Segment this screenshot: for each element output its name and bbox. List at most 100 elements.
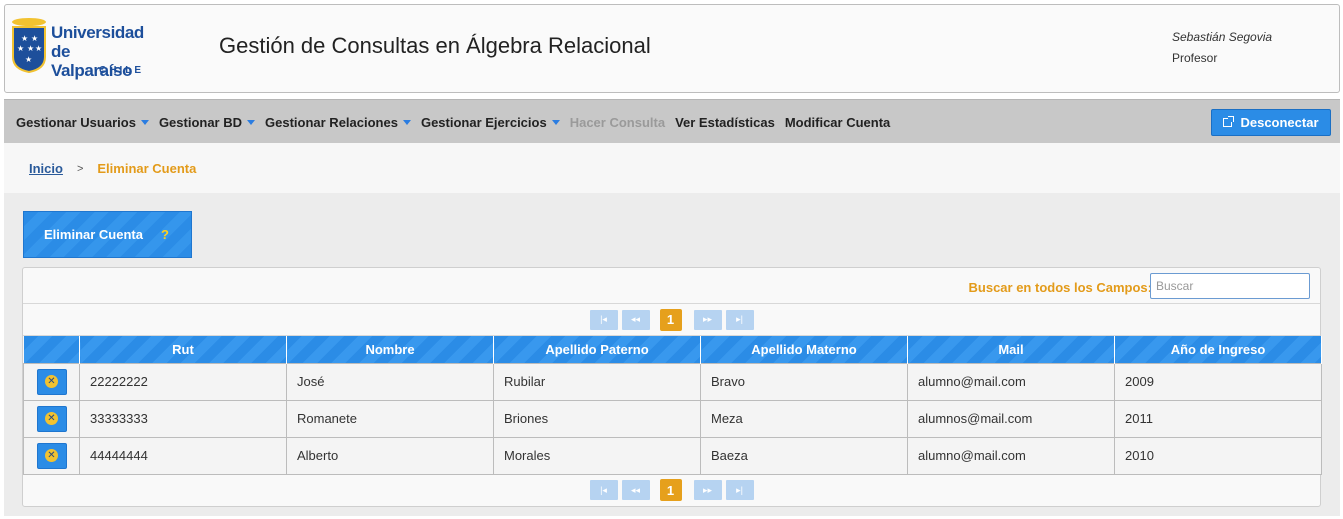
main-content: Eliminar Cuenta ? Buscar en todos los Ca… xyxy=(4,193,1340,516)
cell-rut: 44444444 xyxy=(79,436,287,475)
search-input[interactable] xyxy=(1150,273,1310,299)
nav-item-label: Modificar Cuenta xyxy=(784,114,891,130)
current-page-button[interactable]: 1 xyxy=(659,308,682,331)
cell-apellido-materno: Meza xyxy=(700,399,908,438)
table-header-row: Rut Nombre Apellido Paterno Apellido Mat… xyxy=(23,336,1322,363)
nav-item-label: Gestionar Usuarios xyxy=(16,114,136,130)
svg-text:★: ★ xyxy=(35,44,42,53)
next-page-button[interactable]: ▸▸ xyxy=(693,480,722,500)
app-header: ★ ★ ★ ★ ★ ★ Universidad de Valparaíso CH… xyxy=(4,4,1340,93)
nav-hacer-consulta: Hacer Consulta xyxy=(570,115,665,130)
cell-mail: alumno@mail.com xyxy=(907,362,1115,401)
row-action-cell: ✕ xyxy=(23,436,80,475)
page-title: Gestión de Consultas en Álgebra Relacion… xyxy=(219,33,651,58)
column-header-apellido-materno[interactable]: Apellido Materno xyxy=(700,336,908,363)
cell-rut: 33333333 xyxy=(79,399,287,438)
caret-down-icon xyxy=(247,119,256,125)
cell-apellido-paterno: Briones xyxy=(493,399,701,438)
nav-item-label: Gestionar Ejercicios xyxy=(420,114,547,130)
logo-line-3: CHILE xyxy=(99,65,144,76)
delete-account-button[interactable]: ✕ xyxy=(36,368,67,395)
nav-item-label: Gestionar Relaciones xyxy=(265,114,398,130)
user-name: Sebastián Segovia xyxy=(1172,30,1273,44)
nav-item-label: Hacer Consulta xyxy=(569,114,666,130)
next-page-button[interactable]: ▸▸ xyxy=(693,309,722,330)
caret-down-icon xyxy=(551,119,560,125)
svg-text:★: ★ xyxy=(25,55,32,64)
logo-line-1: Universidad xyxy=(51,23,144,42)
cell-nombre: Alberto xyxy=(286,436,494,475)
nav-gestionar-bd[interactable]: Gestionar BD xyxy=(158,114,256,130)
cell-apellido-materno: Bravo xyxy=(700,362,908,401)
breadcrumb-current: Eliminar Cuenta xyxy=(97,161,197,176)
user-info: Sebastián Segovia Profesor xyxy=(1172,27,1272,69)
breadcrumb-separator: > xyxy=(76,162,84,175)
prev-page-button[interactable]: ◂◂ xyxy=(621,309,650,330)
column-header-mail[interactable]: Mail xyxy=(907,336,1115,363)
search-row: Buscar en todos los Campos: xyxy=(23,268,1320,304)
university-logo: ★ ★ ★ ★ ★ ★ Universidad de Valparaíso CH… xyxy=(11,11,151,83)
current-page-button[interactable]: 1 xyxy=(659,479,682,501)
first-page-button[interactable]: |◂ xyxy=(589,309,618,330)
shield-logo-icon: ★ ★ ★ ★ ★ ★ xyxy=(12,18,46,73)
user-role: Profesor xyxy=(1172,51,1218,65)
nav-ver-estadisticas[interactable]: Ver Estadísticas xyxy=(675,115,775,130)
nav-modificar-cuenta[interactable]: Modificar Cuenta xyxy=(785,115,890,130)
section-title-button[interactable]: Eliminar Cuenta ? xyxy=(23,211,192,258)
table-row: ✕ 33333333 Romanete Briones Meza alumnos… xyxy=(23,399,1322,438)
column-header-rut[interactable]: Rut xyxy=(79,336,287,363)
cell-ano-ingreso: 2011 xyxy=(1114,399,1322,438)
cell-apellido-paterno: Morales xyxy=(493,436,701,475)
column-header-nombre[interactable]: Nombre xyxy=(286,336,494,363)
cell-mail: alumno@mail.com xyxy=(907,436,1115,475)
section-title: Eliminar Cuenta xyxy=(44,227,143,242)
caret-down-icon xyxy=(140,119,149,125)
nav-menu: Gestionar Usuarios Gestionar BD Gestiona… xyxy=(16,100,900,144)
row-action-cell: ✕ xyxy=(23,399,80,438)
column-header-ano-ingreso[interactable]: Año de Ingreso xyxy=(1114,336,1322,363)
accounts-table: Rut Nombre Apellido Paterno Apellido Mat… xyxy=(23,336,1322,475)
delete-circle-icon: ✕ xyxy=(45,412,58,425)
delete-account-button[interactable]: ✕ xyxy=(36,442,67,469)
svg-text:★: ★ xyxy=(17,44,24,53)
pager-bottom: |◂ ◂◂ 1 ▸▸ ▸| xyxy=(23,474,1320,506)
breadcrumb-home-link[interactable]: Inicio xyxy=(29,161,63,176)
row-action-cell: ✕ xyxy=(23,362,80,401)
table-row: ✕ 22222222 José Rubilar Bravo alumno@mai… xyxy=(23,362,1322,401)
breadcrumb: Inicio > Eliminar Cuenta xyxy=(29,161,196,176)
svg-text:★: ★ xyxy=(27,44,34,53)
delete-circle-icon: ✕ xyxy=(45,449,58,462)
breadcrumb-bar: Inicio > Eliminar Cuenta xyxy=(4,143,1340,193)
search-label: Buscar en todos los Campos: xyxy=(968,280,1152,295)
cell-ano-ingreso: 2009 xyxy=(1114,362,1322,401)
nav-item-label: Gestionar BD xyxy=(158,114,243,130)
delete-account-button[interactable]: ✕ xyxy=(36,405,67,432)
last-page-button[interactable]: ▸| xyxy=(725,480,754,500)
nav-gestionar-relaciones[interactable]: Gestionar Relaciones xyxy=(265,115,411,130)
caret-down-icon xyxy=(402,119,411,125)
disconnect-label: Desconectar xyxy=(1240,115,1319,130)
cell-apellido-paterno: Rubilar xyxy=(493,362,701,401)
cell-apellido-materno: Baeza xyxy=(700,436,908,475)
cell-rut: 22222222 xyxy=(79,362,287,401)
nav-item-label: Ver Estadísticas xyxy=(675,114,775,130)
disconnect-button[interactable]: Desconectar xyxy=(1211,109,1331,136)
nav-gestionar-ejercicios[interactable]: Gestionar Ejercicios xyxy=(421,115,560,130)
accounts-panel: Buscar en todos los Campos: |◂ ◂◂ 1 ▸▸ ▸… xyxy=(22,267,1322,507)
column-header-action xyxy=(23,336,80,363)
main-navbar: Gestionar Usuarios Gestionar BD Gestiona… xyxy=(4,99,1340,143)
cell-nombre: Romanete xyxy=(286,399,494,438)
help-icon[interactable]: ? xyxy=(161,227,169,242)
first-page-button[interactable]: |◂ xyxy=(589,480,618,500)
column-header-apellido-paterno[interactable]: Apellido Paterno xyxy=(493,336,701,363)
last-page-button[interactable]: ▸| xyxy=(725,309,754,330)
svg-text:★: ★ xyxy=(21,34,28,43)
svg-text:★: ★ xyxy=(31,34,38,43)
cell-ano-ingreso: 2010 xyxy=(1114,436,1322,475)
prev-page-button[interactable]: ◂◂ xyxy=(621,480,650,500)
pager-top: |◂ ◂◂ 1 ▸▸ ▸| xyxy=(23,304,1320,336)
nav-gestionar-usuarios[interactable]: Gestionar Usuarios xyxy=(16,115,149,130)
table-row: ✕ 44444444 Alberto Morales Baeza alumno@… xyxy=(23,436,1322,475)
external-link-icon xyxy=(1223,116,1235,127)
cell-nombre: José xyxy=(286,362,494,401)
